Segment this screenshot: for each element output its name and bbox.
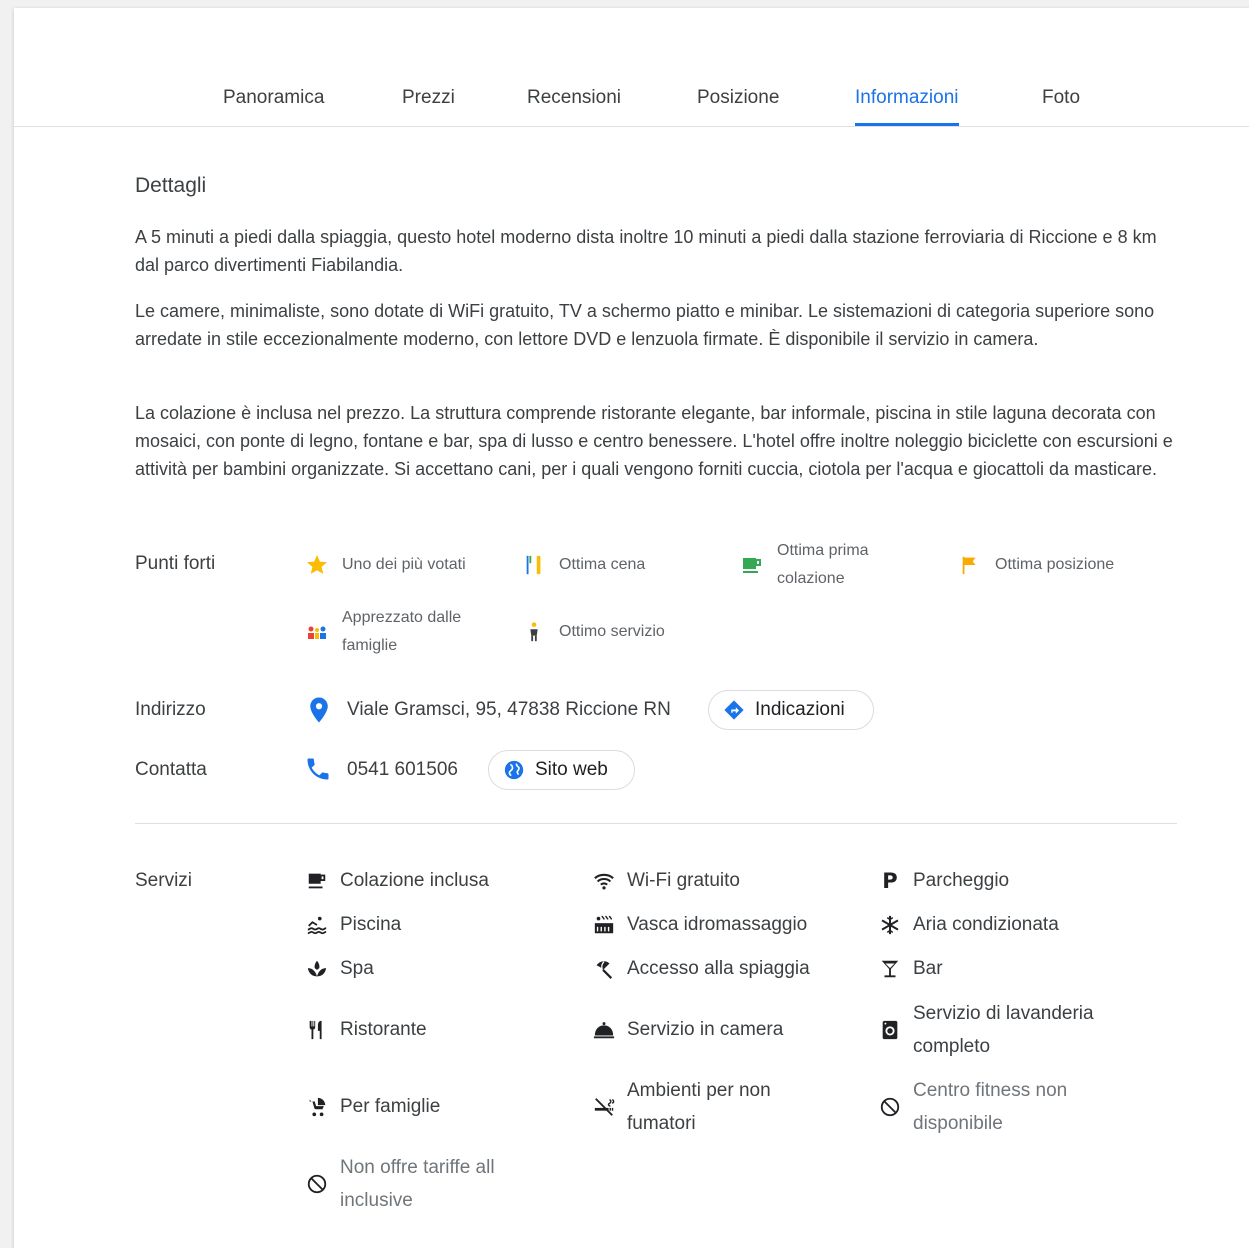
service-room-service: Servizio in camera: [591, 1013, 783, 1046]
service-no-fitness: Centro fitness non disponibile: [877, 1074, 1093, 1140]
service-beach: Accesso alla spiaggia: [591, 952, 810, 985]
globe-icon: [503, 759, 525, 781]
wifi-icon: [591, 868, 617, 894]
service-text: Parcheggio: [913, 870, 1010, 891]
pool-icon: [304, 912, 330, 938]
highlight-text: Ottima cena: [559, 556, 646, 573]
star-icon: [304, 552, 330, 578]
service-laundry: Servizio di lavanderia completo: [877, 997, 1113, 1063]
service-text: Ristorante: [340, 1019, 427, 1040]
cocktail-icon: [877, 956, 903, 982]
highlight-text: Apprezzato dalle famiglie: [342, 609, 462, 654]
highlight-text: Ottima posizione: [995, 556, 1115, 573]
beach-icon: [591, 956, 617, 982]
service-pool: Piscina: [304, 908, 401, 941]
dinner-icon: [521, 552, 547, 578]
service-wifi: Wi-Fi gratuito: [591, 864, 740, 897]
service-text: Bar: [913, 958, 943, 979]
section-divider: [135, 823, 1177, 824]
address-value: Viale Gramsci, 95, 47838 Riccione RN: [347, 699, 671, 720]
no-smoking-icon: [591, 1094, 617, 1120]
highlights-label: Punti forti: [135, 553, 216, 574]
restaurant-icon: [304, 1017, 330, 1043]
service-text: Servizio in camera: [627, 1019, 784, 1040]
service-text: Piscina: [340, 914, 402, 935]
service-text: Per famiglie: [340, 1096, 441, 1117]
website-button[interactable]: Sito web: [488, 750, 635, 790]
service-breakfast: Colazione inclusa: [304, 864, 489, 897]
service-text: Ambienti per non fumatori: [627, 1080, 771, 1134]
service-no-all-inclusive: Non offre tariffe all inclusive: [304, 1151, 520, 1217]
service-hot-tub: Vasca idromassaggio: [591, 908, 807, 941]
room-service-icon: [591, 1017, 617, 1043]
highlight-location: Ottima posizione: [957, 551, 1145, 579]
stroller-icon: [304, 1094, 330, 1120]
service-text: Servizio di lavanderia completo: [913, 1003, 1094, 1057]
tab-posizione[interactable]: Posizione: [697, 87, 779, 126]
directions-label: Indicazioni: [755, 699, 845, 720]
breakfast-icon: [304, 868, 330, 894]
highlight-text: Uno dei più votati: [342, 556, 466, 573]
unavailable-icon: [877, 1094, 903, 1120]
service-text: Wi-Fi gratuito: [627, 870, 740, 891]
service-text: Colazione inclusa: [340, 870, 489, 891]
highlight-service: Ottimo servizio: [521, 618, 699, 646]
highlight-text: Ottimo servizio: [559, 623, 665, 640]
service-spa: Spa: [304, 952, 374, 985]
service-icon: [521, 619, 547, 645]
tab-panoramica[interactable]: Panoramica: [223, 87, 324, 126]
service-non-smoking: Ambienti per non fumatori: [591, 1074, 797, 1140]
highlight-family: Apprezzato dalle famiglie: [304, 604, 487, 660]
hot-tub-icon: [591, 912, 617, 938]
directions-icon: [723, 699, 745, 721]
service-restaurant: Ristorante: [304, 1013, 427, 1046]
service-text: Non offre tariffe all inclusive: [340, 1157, 495, 1211]
address-label: Indirizzo: [135, 699, 206, 720]
family-icon: [304, 619, 330, 645]
spa-icon: [304, 956, 330, 982]
highlight-top-rated: Uno dei più votati: [304, 551, 492, 579]
contact-label: Contatta: [135, 759, 207, 780]
website-label: Sito web: [535, 759, 608, 780]
details-title: Dettagli: [135, 174, 207, 197]
details-paragraph-3: La colazione è inclusa nel prezzo. La st…: [135, 403, 1173, 479]
highlight-text: Ottima prima colazione: [777, 542, 869, 587]
tab-recensioni[interactable]: Recensioni: [527, 87, 621, 126]
flag-icon: [957, 552, 983, 578]
phone-number[interactable]: 0541 601506: [347, 759, 458, 781]
parking-icon: P: [882, 868, 898, 893]
service-air-conditioning: Aria condizionata: [877, 908, 1059, 941]
highlight-breakfast: Ottima prima colazione: [739, 537, 897, 593]
laundry-icon: [877, 1017, 903, 1043]
details-paragraph-2: Le camere, minimaliste, sono dotate di W…: [135, 301, 1155, 349]
hotel-details-card: Panoramica Prezzi Recensioni Posizione I…: [14, 8, 1249, 1248]
snowflake-icon: [877, 912, 903, 938]
service-text: Spa: [340, 958, 374, 979]
service-bar: Bar: [877, 952, 943, 985]
services-label: Servizi: [135, 870, 193, 891]
directions-button[interactable]: Indicazioni: [708, 690, 874, 730]
tab-bar: Panoramica Prezzi Recensioni Posizione I…: [14, 8, 1249, 127]
service-text: Aria condizionata: [913, 914, 1059, 935]
service-text: Vasca idromassaggio: [627, 914, 808, 935]
breakfast-icon: [739, 552, 765, 578]
phone-icon: [304, 755, 334, 785]
unavailable-icon: [304, 1171, 330, 1197]
tab-foto[interactable]: Foto: [1042, 87, 1080, 126]
service-text: Centro fitness non disponibile: [913, 1080, 1068, 1134]
service-family: Per famiglie: [304, 1090, 440, 1123]
tab-informazioni[interactable]: Informazioni: [855, 87, 959, 126]
map-pin-icon: [304, 695, 334, 725]
service-parking: P Parcheggio: [877, 864, 1009, 897]
tab-prezzi[interactable]: Prezzi: [402, 87, 455, 126]
details-paragraph-1: A 5 minuti a piedi dalla spiaggia, quest…: [135, 227, 1157, 275]
service-text: Accesso alla spiaggia: [627, 958, 810, 979]
highlight-dinner: Ottima cena: [521, 551, 689, 579]
